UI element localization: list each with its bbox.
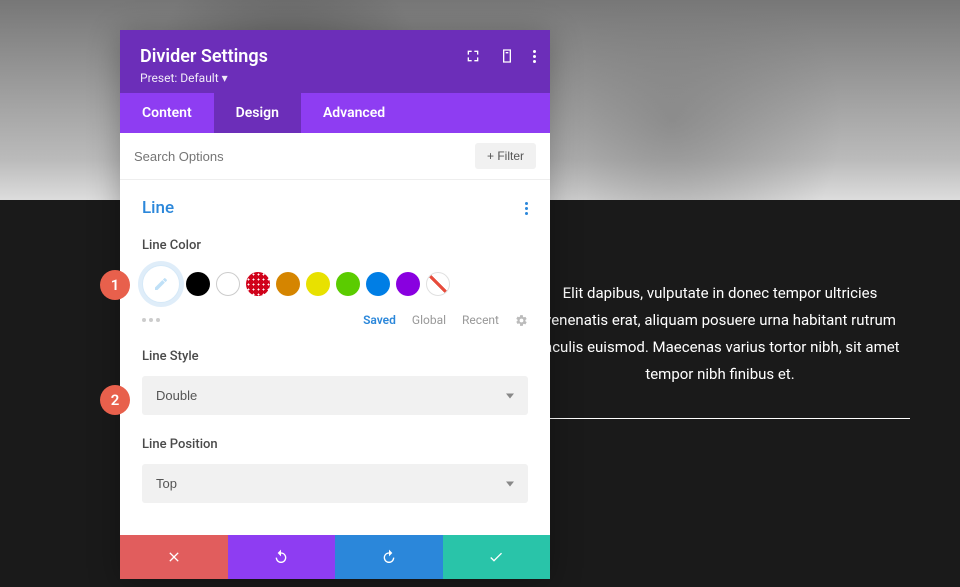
color-swatches <box>142 265 528 303</box>
line-style-label: Line Style <box>142 349 528 364</box>
undo-button[interactable] <box>228 535 336 579</box>
docs-icon[interactable] <box>499 48 515 64</box>
line-style-select[interactable]: Double <box>142 376 528 415</box>
panel-footer <box>120 535 550 579</box>
line-position-label: Line Position <box>142 437 528 452</box>
more-colors-icon[interactable] <box>142 318 160 322</box>
callout-1: 1 <box>100 270 130 300</box>
gear-icon[interactable] <box>515 314 528 327</box>
palette-tab-saved[interactable]: Saved <box>363 313 396 327</box>
panel-body: Line Line Color Saved Global Recent <box>120 180 550 535</box>
tab-advanced[interactable]: Advanced <box>301 93 407 133</box>
search-input[interactable] <box>134 149 475 164</box>
filter-button[interactable]: + Filter <box>475 143 536 169</box>
close-icon <box>166 549 182 565</box>
swatch-purple[interactable] <box>396 272 420 296</box>
redo-icon <box>381 549 397 565</box>
section-title[interactable]: Line <box>142 198 174 218</box>
panel-header: Divider Settings Preset: Default ▾ <box>120 30 550 93</box>
page-body-text: Elit dapibus, vulputate in donec tempor … <box>530 280 910 419</box>
line-color-label: Line Color <box>142 238 528 253</box>
swatch-green[interactable] <box>336 272 360 296</box>
undo-icon <box>273 549 289 565</box>
close-button[interactable] <box>120 535 228 579</box>
swatch-white[interactable] <box>216 272 240 296</box>
swatch-orange[interactable] <box>276 272 300 296</box>
check-icon <box>488 549 504 565</box>
swatch-none[interactable] <box>426 272 450 296</box>
line-position-select[interactable]: Top <box>142 464 528 503</box>
redo-button[interactable] <box>335 535 443 579</box>
save-button[interactable] <box>443 535 551 579</box>
swatch-red-dotted[interactable] <box>246 272 270 296</box>
section-menu-icon[interactable] <box>525 202 528 215</box>
divider-preview <box>530 418 910 419</box>
swatch-blue[interactable] <box>366 272 390 296</box>
panel-preset[interactable]: Preset: Default ▾ <box>140 71 530 85</box>
palette-tab-global[interactable]: Global <box>412 313 446 327</box>
swatch-yellow[interactable] <box>306 272 330 296</box>
palette-tab-recent[interactable]: Recent <box>462 313 499 327</box>
tab-content[interactable]: Content <box>120 93 214 133</box>
search-row: + Filter <box>120 133 550 180</box>
tab-design[interactable]: Design <box>214 93 301 133</box>
tabs: Content Design Advanced <box>120 93 550 133</box>
swatch-black[interactable] <box>186 272 210 296</box>
body-paragraph: Elit dapibus, vulputate in donec tempor … <box>530 280 910 388</box>
callout-2: 2 <box>100 385 130 415</box>
expand-icon[interactable] <box>465 48 481 64</box>
more-icon[interactable] <box>533 50 536 63</box>
color-picker-button[interactable] <box>142 265 180 303</box>
settings-panel: Divider Settings Preset: Default ▾ Conte… <box>120 30 550 579</box>
